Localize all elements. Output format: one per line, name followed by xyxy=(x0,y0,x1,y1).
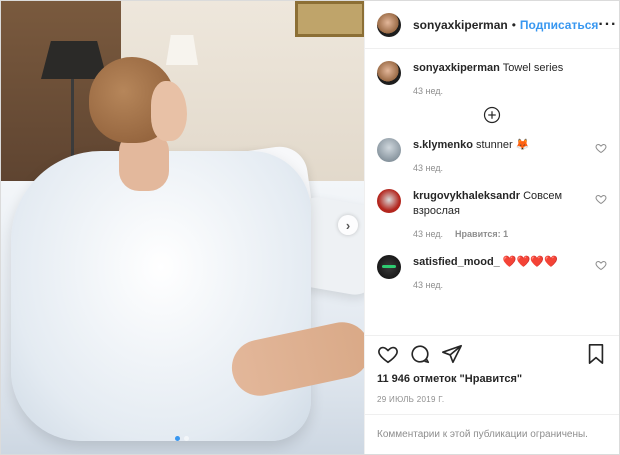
comment-username[interactable]: krugovykhaleksandr xyxy=(413,190,520,202)
comment-text-line: krugovykhaleksandr Совсем взрослая xyxy=(413,189,607,219)
comment-time: 43 нед. xyxy=(413,280,444,290)
post-actions xyxy=(365,335,619,371)
comment-time: 43 нед. xyxy=(413,163,444,173)
caption-text: Towel series xyxy=(502,62,564,74)
likes-count[interactable]: 11 946 отметок "Нравится" xyxy=(365,371,619,385)
comment-text-line: s.klymenko stunner 🦊 xyxy=(413,138,607,153)
comment-text: ❤️❤️❤️❤️ xyxy=(502,256,558,268)
comment-icon[interactable] xyxy=(409,343,431,365)
comment-text-line: satisfied_mood_ ❤️❤️❤️❤️ xyxy=(413,255,607,270)
chevron-right-icon: › xyxy=(345,217,351,233)
share-icon[interactable] xyxy=(441,343,463,365)
comment-heart-icon[interactable] xyxy=(595,142,607,154)
caption-username[interactable]: sonyaxkiperman xyxy=(413,62,500,74)
comment-row: krugovykhaleksandr Совсем взрослая 43 не… xyxy=(377,189,607,239)
comments-footer: Комментарии к этой публикации ограничены… xyxy=(365,414,619,454)
carousel-indicator xyxy=(175,436,189,441)
carousel-dot-active xyxy=(175,436,180,441)
header-separator: • xyxy=(511,17,516,32)
carousel-next-button[interactable]: › xyxy=(338,215,358,235)
heart-icon[interactable] xyxy=(377,343,399,365)
comment-username[interactable]: s.klymenko xyxy=(413,139,473,151)
comment-username[interactable]: satisfied_mood_ xyxy=(413,256,500,268)
post-header: sonyaxkiperman • Подписаться ··· xyxy=(365,1,619,49)
plus-circle-icon[interactable] xyxy=(483,106,501,124)
comments-list[interactable]: sonyaxkiperman Towel series 43 нед. s.kl… xyxy=(365,49,619,335)
comment-meta: 43 нед. xyxy=(413,280,607,290)
comment-row: s.klymenko stunner 🦊 43 нед. xyxy=(377,138,607,173)
caption-meta: 43 нед. xyxy=(413,86,607,96)
follow-button[interactable]: Подписаться xyxy=(520,18,598,32)
comments-restricted-notice: Комментарии к этой публикации ограничены… xyxy=(377,429,588,440)
comment-likes-count[interactable]: Нравится: 1 xyxy=(455,229,508,239)
caption-time: 43 нед. xyxy=(413,86,444,96)
comment-row: satisfied_mood_ ❤️❤️❤️❤️ 43 нед. xyxy=(377,255,607,290)
comment-heart-icon[interactable] xyxy=(595,259,607,271)
comment-avatar[interactable] xyxy=(377,255,401,279)
photo-robe xyxy=(11,151,311,441)
comment-time: 43 нед. xyxy=(413,229,444,239)
avatar[interactable] xyxy=(377,12,401,37)
carousel-dot xyxy=(184,436,189,441)
bookmark-icon[interactable] xyxy=(585,343,607,365)
comment-meta: 43 нед. xyxy=(413,163,607,173)
post-side-panel: sonyaxkiperman • Подписаться ··· sonyaxk… xyxy=(364,1,619,454)
comment-heart-icon[interactable] xyxy=(595,193,607,205)
comment-meta: 43 нед. Нравится: 1 xyxy=(413,229,607,239)
comment-text: stunner 🦊 xyxy=(475,139,530,151)
more-options-icon[interactable]: ··· xyxy=(598,16,617,33)
header-username[interactable]: sonyaxkiperman xyxy=(413,18,508,32)
comment-avatar[interactable] xyxy=(377,189,401,213)
load-more-comments[interactable] xyxy=(377,106,607,124)
caption-avatar[interactable] xyxy=(377,61,401,85)
photo-lamp-small xyxy=(166,35,198,65)
photo-picture-frame xyxy=(295,1,364,37)
caption-row: sonyaxkiperman Towel series 43 нед. xyxy=(377,61,607,96)
post-photo[interactable]: › xyxy=(1,1,364,454)
instagram-post: › sonyaxkiperman • Подписаться ··· sonya… xyxy=(0,0,620,455)
comment-avatar[interactable] xyxy=(377,138,401,162)
post-date: 29 ИЮЛЬ 2019 Г. xyxy=(377,395,445,404)
caption-text-line: sonyaxkiperman Towel series xyxy=(413,61,607,76)
